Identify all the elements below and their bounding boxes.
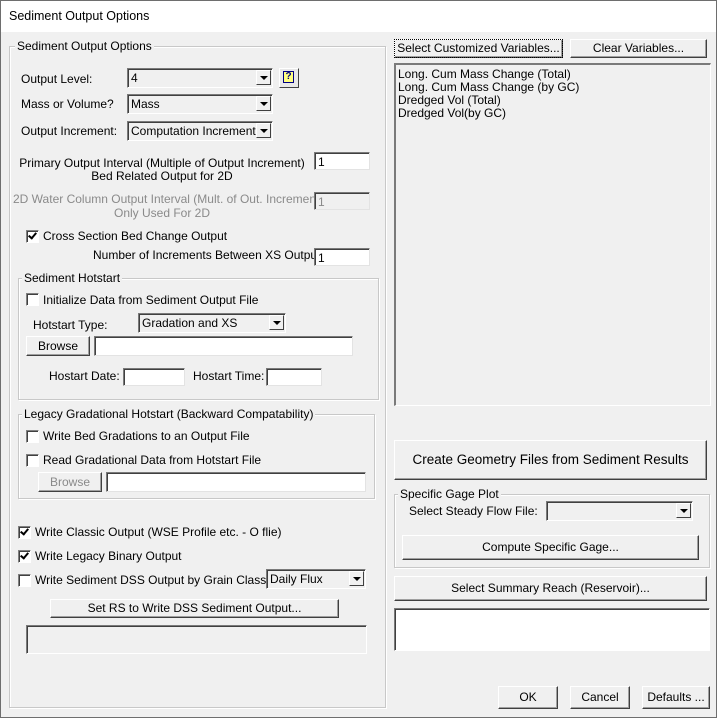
variables-list[interactable]: Long. Cum Mass Change (Total) Long. Cum … [394,63,711,406]
list-item[interactable]: Dredged Vol (Total) [398,93,501,107]
output-level-select[interactable]: 4 [127,68,273,88]
title-bar: Sediment Output Options [1,1,716,32]
xs-increments-label: Number of Increments Between XS Outputs: [93,248,330,262]
rs-list-box[interactable] [26,625,367,654]
primary-interval-input[interactable]: 1 [314,152,370,170]
write-dss-output-checkbox[interactable] [18,574,31,587]
chevron-down-icon[interactable] [256,96,271,111]
primary-interval-label-line1: Primary Output Interval (Multiple of Out… [19,156,305,170]
water-column-interval-label-line2: Only Used For 2D [113,206,211,220]
mass-or-volume-value: Mass [131,97,160,111]
output-level-value: 4 [131,71,138,85]
chevron-down-icon[interactable] [269,315,284,330]
cancel-button[interactable]: Cancel [570,686,630,709]
hotstart-browse-button[interactable]: Browse [26,336,90,356]
hotstart-file-input[interactable] [94,336,353,356]
hotstart-type-label: Hotstart Type: [33,318,108,332]
output-increment-select[interactable]: Computation Increment [127,121,273,141]
ok-button[interactable]: OK [498,686,558,709]
chevron-down-icon[interactable] [676,503,691,518]
dss-interval-select[interactable]: Daily Flux [266,569,366,589]
group-title: Sediment Output Options [15,39,154,53]
chevron-down-icon[interactable] [256,70,271,85]
dialog-window: Sediment Output Options Sediment Output … [0,0,717,718]
chevron-down-icon[interactable] [349,571,364,586]
group-title: Sediment Hotstart [22,271,123,285]
initialize-hotstart-checkbox[interactable] [26,293,39,306]
window-title: Sediment Output Options [9,9,150,23]
xs-bed-change-checkbox[interactable] [26,230,39,243]
compute-specific-gage-button[interactable]: Compute Specific Gage... [402,535,699,560]
hotstart-type-value: Gradation and XS [142,316,238,330]
list-item[interactable]: Dredged Vol(by GC) [398,106,506,120]
xs-increments-input[interactable]: 1 [314,248,370,266]
list-item[interactable]: Long. Cum Mass Change (by GC) [398,80,579,94]
write-classic-output-checkbox[interactable] [18,526,31,539]
steady-flow-file-label: Select Steady Flow File: [409,504,538,518]
dss-interval-value: Daily Flux [270,572,323,586]
clear-variables-button[interactable]: Clear Variables... [570,39,707,58]
mass-or-volume-label: Mass or Volume? [21,97,114,111]
create-geometry-files-button[interactable]: Create Geometry Files from Sediment Resu… [394,440,707,480]
write-bed-gradations-label: Write Bed Gradations to an Output File [43,429,250,443]
write-bed-gradations-checkbox[interactable] [26,430,39,443]
hotstart-date-label: Hostart Date: [49,369,120,383]
initialize-hotstart-label: Initialize Data from Sediment Output Fil… [43,293,259,307]
write-dss-output-label: Write Sediment DSS Output by Grain Class [35,573,267,587]
water-column-interval-input[interactable]: 1 [314,192,370,210]
select-summary-reach-button[interactable]: Select Summary Reach (Reservoir)... [394,576,707,601]
output-level-label: Output Level: [21,72,93,86]
group-title: Specific Gage Plot [398,487,501,501]
mass-or-volume-select[interactable]: Mass [127,94,273,114]
hotstart-type-select[interactable]: Gradation and XS [138,313,286,333]
summary-reach-box[interactable] [394,608,710,651]
legacy-browse-button[interactable]: Browse [38,472,102,492]
output-increment-value: Computation Increment [131,124,256,138]
list-item[interactable]: Long. Cum Mass Change (Total) [398,67,571,81]
hotstart-time-label: Hostart Time: [193,369,265,383]
group-title: Legacy Gradational Hotstart (Backward Co… [22,407,316,421]
defaults-button[interactable]: Defaults ... [642,686,710,709]
hotstart-time-input[interactable] [266,368,322,386]
steady-flow-file-select[interactable] [546,501,693,521]
write-legacy-binary-label: Write Legacy Binary Output [35,549,182,563]
output-increment-label: Output Increment: [21,124,118,138]
xs-bed-change-label: Cross Section Bed Change Output [43,229,228,243]
help-button[interactable]: ? [279,68,299,88]
legacy-file-input[interactable] [106,472,366,492]
write-legacy-binary-checkbox[interactable] [18,550,31,563]
primary-interval-label-line2: Bed Related Output for 2D [91,169,233,183]
water-column-interval-label-line1: 2D Water Column Output Interval (Mult. o… [13,192,324,206]
read-gradational-data-checkbox[interactable] [26,454,39,467]
write-classic-output-label: Write Classic Output (WSE Profile etc. -… [35,525,282,539]
set-rs-dss-output-button[interactable]: Set RS to Write DSS Sediment Output... [50,599,339,618]
read-gradational-data-label: Read Gradational Data from Hotstart File [43,453,262,467]
chevron-down-icon[interactable] [256,123,271,138]
select-customized-variables-button[interactable]: Select Customized Variables... [394,39,563,58]
hotstart-date-input[interactable] [123,368,185,386]
help-icon: ? [283,71,294,83]
